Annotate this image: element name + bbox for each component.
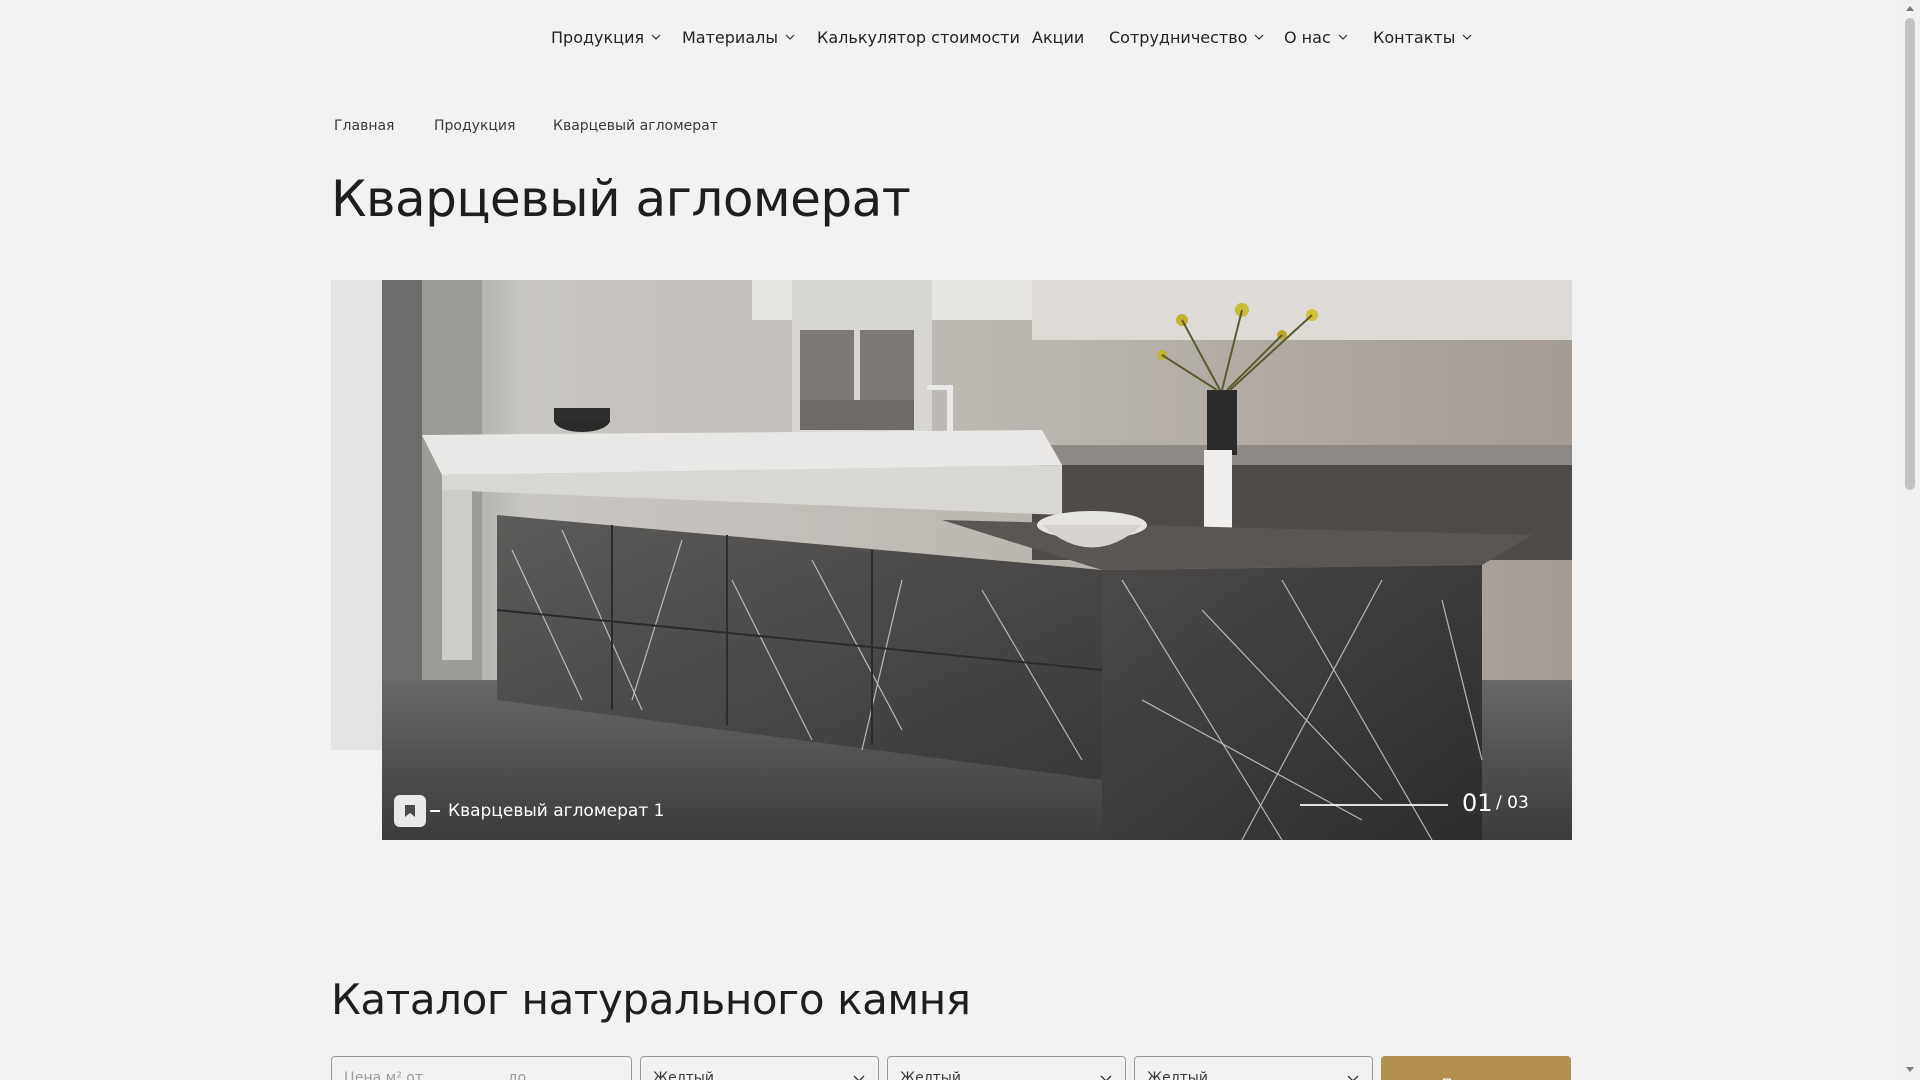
bookmark-button[interactable] [394, 795, 426, 827]
filter-select-3[interactable]: Желтый [1134, 1056, 1373, 1080]
nav-item-label: Контакты [1373, 27, 1456, 47]
chevron-down-icon [1099, 1071, 1113, 1080]
nav-item-cooperation[interactable]: Сотрудничество [1109, 25, 1265, 49]
page-scrollbar[interactable] [1900, 0, 1920, 1080]
kitchen-photo [382, 280, 1572, 840]
chevron-down-icon [1461, 31, 1473, 43]
nav-item-label: Продукция [551, 27, 645, 47]
chevron-down-icon [852, 1071, 866, 1080]
filter-select-value: Желтый [1147, 1070, 1208, 1080]
slide-counter-total: / 03 [1496, 793, 1529, 813]
nav-item-label: О нас [1284, 27, 1331, 47]
nav-item-materials[interactable]: Материалы [682, 25, 796, 49]
filter-select-value: Желтый [653, 1070, 714, 1080]
nav-item-products[interactable]: Продукция [551, 25, 662, 49]
page-title: Кварцевый агломерат [331, 170, 911, 228]
scrollbar-thumb[interactable] [1905, 18, 1915, 490]
chevron-down-icon [650, 31, 662, 43]
chevron-down-icon [1346, 1071, 1360, 1080]
chevron-down-icon [1253, 31, 1265, 43]
price-to-input[interactable] [508, 1057, 618, 1080]
nav-item-contacts[interactable]: Контакты [1373, 25, 1473, 49]
nav-item-label: Калькулятор стоимости [817, 27, 1020, 47]
slider-progress-line [1300, 804, 1448, 806]
catalog-title: Каталог натурального камня [331, 975, 971, 1024]
price-range-filter [331, 1056, 632, 1080]
filter-select-1[interactable]: Желтый [640, 1056, 879, 1080]
nav-item-about[interactable]: О нас [1284, 25, 1349, 49]
slide-caption: Кварцевый агломерат 1 [394, 795, 664, 827]
breadcrumb-home[interactable]: Главная [334, 118, 394, 134]
scroll-up-arrow-icon[interactable] [1905, 4, 1915, 12]
slide-caption-text: Кварцевый агломерат 1 [448, 801, 665, 821]
nav-item-label: Акции [1032, 27, 1085, 47]
nav-item-promotions[interactable]: Акции [1032, 25, 1084, 49]
breadcrumb-products[interactable]: Продукция [434, 118, 515, 134]
filter-select-2[interactable]: Желтый [887, 1056, 1126, 1080]
main-nav: Продукция Материалы Калькулятор стоимост… [0, 0, 1900, 74]
price-from-input[interactable] [344, 1057, 508, 1080]
chevron-down-icon [784, 31, 796, 43]
nav-item-label: Материалы [682, 27, 778, 47]
caption-dash [430, 810, 440, 812]
image-slider[interactable]: Кварцевый агломерат 1 01 / 03 [382, 280, 1572, 840]
nav-item-calculator[interactable]: Калькулятор стоимости [817, 25, 1020, 49]
chevron-down-icon [1337, 31, 1349, 43]
breadcrumb-current: Кварцевый агломерат [553, 118, 718, 134]
bookmark-icon [405, 805, 415, 817]
slide-counter-current: 01 [1462, 789, 1493, 817]
scroll-down-arrow-icon[interactable] [1905, 1066, 1915, 1074]
filter-select-value: Желтый [900, 1070, 961, 1080]
nav-item-label: Сотрудничество [1109, 27, 1248, 47]
show-results-button[interactable]: Показать [1381, 1056, 1571, 1080]
